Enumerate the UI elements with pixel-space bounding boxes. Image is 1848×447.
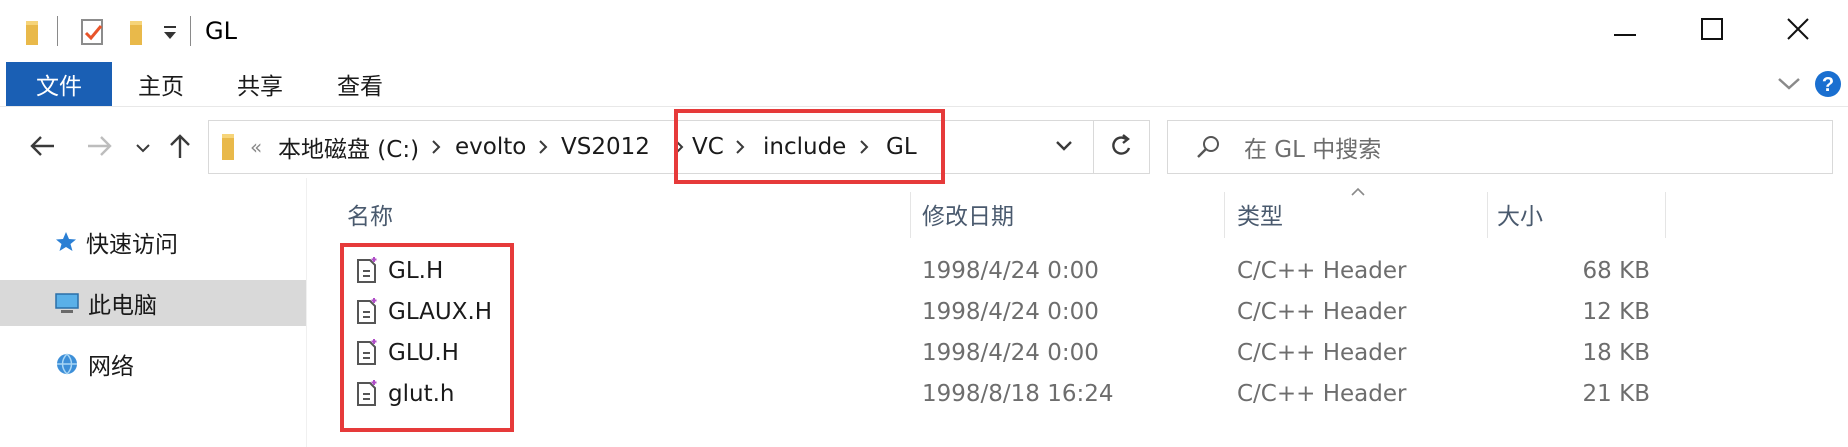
sort-ascending-icon: [1350, 182, 1366, 201]
forward-button[interactable]: [76, 124, 124, 172]
breadcrumb-overflow[interactable]: «: [250, 120, 262, 174]
tab-share[interactable]: 共享: [237, 62, 283, 106]
new-folder-icon[interactable]: [128, 20, 146, 50]
computer-icon: [54, 291, 80, 315]
column-header-size[interactable]: 大小: [1497, 192, 1543, 236]
breadcrumb-item[interactable]: VS2012: [561, 120, 650, 174]
properties-icon[interactable]: [80, 18, 106, 50]
minimize-button[interactable]: [1578, 0, 1674, 62]
file-modified: 1998/4/24 0:00: [922, 257, 1099, 284]
chevron-down-icon: [1054, 138, 1074, 157]
search-icon: [1194, 133, 1222, 165]
svg-text:?: ?: [1822, 74, 1834, 96]
column-divider[interactable]: [1665, 192, 1666, 238]
arrow-right-icon: [86, 134, 114, 162]
file-size: 18 KB: [1582, 339, 1650, 366]
file-type: C/C++ Header: [1237, 298, 1407, 325]
close-icon: [1787, 18, 1809, 44]
file-type: C/C++ Header: [1237, 257, 1407, 284]
pane-divider: [306, 178, 307, 447]
up-button[interactable]: [160, 124, 200, 172]
column-header-type[interactable]: 类型: [1237, 192, 1283, 236]
arrow-up-icon: [168, 132, 192, 164]
file-size: 68 KB: [1582, 257, 1650, 284]
column-divider[interactable]: [1487, 192, 1488, 238]
file-row[interactable]: GLAUX.H 1998/4/24 0:00 C/C++ Header 12 K…: [340, 291, 1666, 332]
file-row[interactable]: glut.h 1998/8/18 16:24 C/C++ Header 21 K…: [340, 373, 1666, 414]
recent-locations-button[interactable]: [130, 124, 156, 172]
folder-icon: [220, 133, 238, 165]
file-modified: 1998/4/24 0:00: [922, 298, 1099, 325]
tab-file[interactable]: 文件: [6, 62, 112, 106]
file-modified: 1998/8/18 16:24: [922, 380, 1114, 407]
column-header-modified[interactable]: 修改日期: [922, 192, 1014, 236]
expand-ribbon-icon[interactable]: [1776, 75, 1802, 97]
folder-icon: [24, 20, 42, 50]
network-icon: [54, 351, 80, 377]
back-button[interactable]: [18, 124, 66, 172]
address-highlight-box: [674, 109, 945, 184]
nav-item-quick-access[interactable]: 快速访问: [0, 219, 306, 265]
file-row[interactable]: GL.H 1998/4/24 0:00 C/C++ Header 68 KB: [340, 250, 1666, 291]
title-bar: [0, 0, 1848, 62]
breadcrumb-item[interactable]: evolto: [455, 120, 526, 174]
column-divider[interactable]: [910, 192, 911, 238]
ribbon-divider: [0, 106, 1848, 107]
star-icon: [54, 230, 78, 254]
separator: [57, 16, 58, 46]
separator: [190, 16, 191, 46]
file-size: 21 KB: [1582, 380, 1650, 407]
file-type: C/C++ Header: [1237, 380, 1407, 407]
chevron-right-icon[interactable]: [537, 120, 549, 174]
files-highlight-box: [340, 243, 514, 432]
nav-item-label: 快速访问: [86, 232, 178, 258]
maximize-button[interactable]: [1664, 0, 1760, 62]
window-title: GL: [205, 17, 237, 45]
chevron-down-icon: [135, 139, 151, 158]
refresh-button[interactable]: [1094, 120, 1150, 174]
minimize-icon: [1614, 22, 1638, 41]
file-modified: 1998/4/24 0:00: [922, 339, 1099, 366]
nav-item-label: 网络: [88, 354, 134, 380]
help-icon[interactable]: ?: [1814, 70, 1842, 102]
arrow-left-icon: [28, 134, 56, 162]
file-row[interactable]: GLU.H 1998/4/24 0:00 C/C++ Header 18 KB: [340, 332, 1666, 373]
chevron-right-icon[interactable]: [430, 120, 442, 174]
file-type: C/C++ Header: [1237, 339, 1407, 366]
file-size: 12 KB: [1582, 298, 1650, 325]
tab-view[interactable]: 查看: [337, 62, 383, 106]
refresh-icon: [1110, 132, 1134, 162]
nav-item-label: 此电脑: [88, 293, 157, 319]
maximize-icon: [1701, 18, 1723, 44]
tab-home[interactable]: 主页: [138, 62, 184, 106]
column-divider[interactable]: [1224, 192, 1225, 238]
search-placeholder: 在 GL 中搜索: [1244, 137, 1382, 163]
breadcrumb-item[interactable]: 本地磁盘 (C:): [278, 120, 419, 174]
close-button[interactable]: [1750, 0, 1846, 62]
address-dropdown-button[interactable]: [1036, 120, 1092, 174]
customize-qat-icon[interactable]: [162, 24, 178, 46]
nav-item-this-pc[interactable]: 此电脑: [0, 280, 306, 326]
nav-item-network[interactable]: 网络: [0, 341, 306, 387]
column-header-name[interactable]: 名称: [347, 192, 393, 236]
